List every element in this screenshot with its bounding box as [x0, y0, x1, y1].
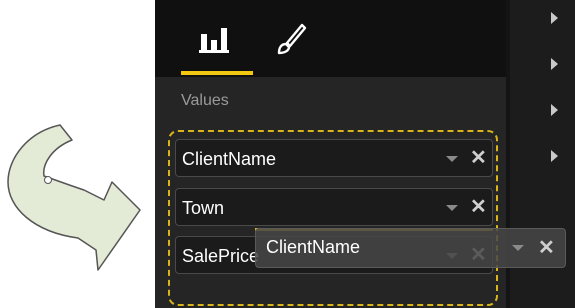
pane-tab-bar [155, 0, 506, 77]
chevron-down-icon[interactable] [446, 156, 458, 162]
field-well-item[interactable]: Town ✕ [175, 188, 493, 226]
expand-chevron-right-icon[interactable] [551, 12, 558, 24]
curved-arrow-icon [7, 124, 141, 271]
close-icon[interactable]: ✕ [470, 148, 487, 168]
field-label: Town [182, 198, 225, 218]
field-well-item[interactable]: ClientName ✕ [175, 139, 493, 177]
chevron-down-icon[interactable] [446, 205, 458, 211]
expand-chevron-right-icon[interactable] [551, 58, 558, 70]
active-tab-indicator [181, 71, 253, 75]
close-icon: ✕ [538, 237, 555, 259]
paintbrush-icon[interactable] [275, 22, 307, 56]
dragged-field-ghost[interactable]: ClientName ✕ [255, 228, 566, 268]
dragged-field-label: ClientName [266, 237, 361, 257]
visualizations-pane: Values ClientName ✕ Town ✕ SalePrice ✕ C… [155, 0, 575, 308]
close-icon[interactable]: ✕ [470, 197, 487, 217]
expand-chevron-right-icon[interactable] [551, 104, 558, 116]
values-section-label: Values [181, 92, 229, 109]
bar-chart-icon[interactable] [199, 26, 229, 54]
expand-chevron-right-icon[interactable] [551, 150, 558, 162]
chevron-down-icon [512, 245, 524, 251]
field-label: ClientName [182, 149, 277, 169]
field-label: SalePrice [182, 246, 260, 266]
